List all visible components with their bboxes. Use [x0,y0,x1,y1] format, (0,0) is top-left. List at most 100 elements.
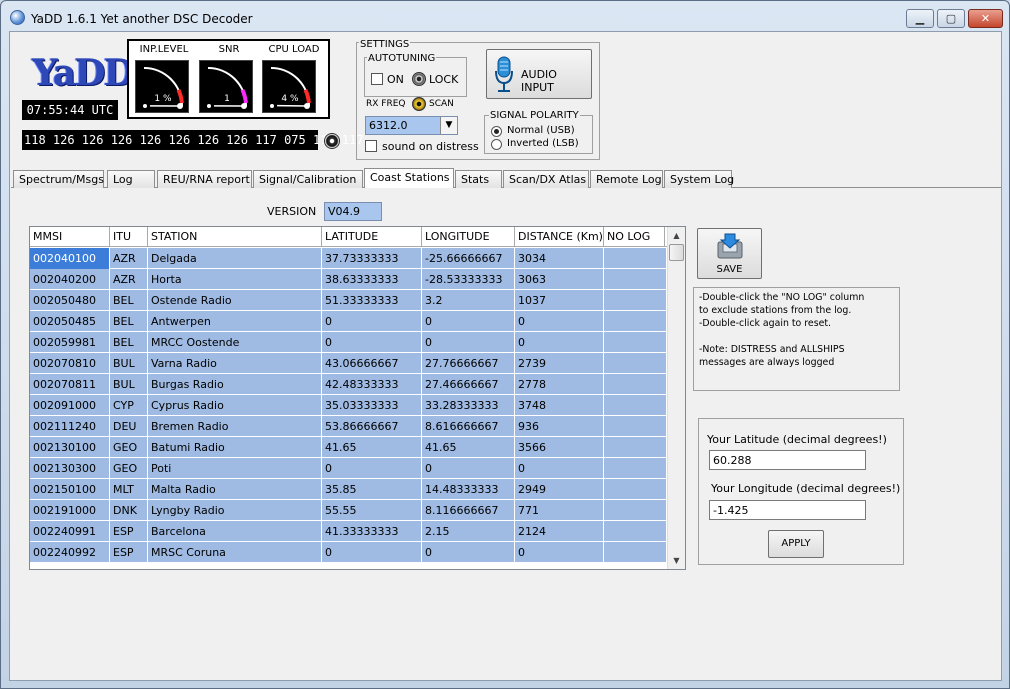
cell-itu[interactable]: DNK [110,500,148,521]
cell-no-log[interactable] [604,353,667,374]
latitude-input[interactable]: 60.288 [709,450,866,470]
table-row[interactable]: 002040200 AZR Horta 38.63333333 -28.53333333… [30,269,667,290]
column-header-itu[interactable]: ITU [110,227,148,247]
chevron-down-icon[interactable]: ▼ [440,117,457,134]
cell-mmsi[interactable]: 002040200 [30,269,110,290]
cell-longitude[interactable]: 14.48333333 [422,479,515,500]
cell-itu[interactable]: MLT [110,479,148,500]
close-button[interactable]: ✕ [968,9,1003,28]
cell-longitude[interactable]: 3.2 [422,290,515,311]
cell-no-log[interactable] [604,521,667,542]
cell-itu[interactable]: ESP [110,542,148,563]
tab-log[interactable]: Log [107,170,155,188]
tab-system-log[interactable]: System Log [664,170,734,188]
lock-knob-icon[interactable] [412,72,426,86]
cell-latitude[interactable]: 41.65 [322,437,422,458]
tab-remote-log[interactable]: Remote Log [590,170,663,188]
polarity-normal-radio[interactable] [491,126,502,137]
cell-itu[interactable]: AZR [110,269,148,290]
table-row[interactable]: 002130300 GEO Poti 0 0 0 [30,458,667,479]
table-row[interactable]: 002050485 BEL Antwerpen 0 0 0 [30,311,667,332]
cell-itu[interactable]: BEL [110,290,148,311]
cell-itu[interactable]: AZR [110,248,148,269]
tab-spectrum-msgs[interactable]: Spectrum/Msgs [13,170,104,188]
rx-freq-select[interactable]: 6312.0 ▼ [365,116,458,135]
cell-no-log[interactable] [604,290,667,311]
tab-scan-dx-atlas[interactable]: Scan/DX Atlas [503,170,589,188]
version-field[interactable]: V04.9 [324,202,382,221]
column-header-mmsi[interactable]: MMSI [30,227,110,247]
cell-distance[interactable]: 0 [515,311,604,332]
cell-station[interactable]: MRCC Oostende [148,332,322,353]
cell-no-log[interactable] [604,395,667,416]
cell-distance[interactable]: 2124 [515,521,604,542]
minimize-button[interactable]: ▁ [906,9,934,28]
cell-mmsi[interactable]: 002091000 [30,395,110,416]
scroll-up-icon[interactable]: ▲ [668,227,685,244]
column-header-distance[interactable]: DISTANCE (Km) [515,227,604,247]
cell-latitude[interactable]: 41.33333333 [322,521,422,542]
apply-button[interactable]: APPLY [768,530,824,558]
cell-longitude[interactable]: 27.46666667 [422,374,515,395]
cell-latitude[interactable]: 38.63333333 [322,269,422,290]
cell-itu[interactable]: BEL [110,311,148,332]
cell-latitude[interactable]: 37.73333333 [322,248,422,269]
cell-latitude[interactable]: 0 [322,332,422,353]
longitude-input[interactable]: -1.425 [709,500,866,520]
cell-itu[interactable]: GEO [110,458,148,479]
cell-latitude[interactable]: 35.03333333 [322,395,422,416]
cell-mmsi[interactable]: 002040100 [30,248,110,269]
table-row[interactable]: 002111240 DEU Bremen Radio 53.86666667 8.616… [30,416,667,437]
cell-distance[interactable]: 3034 [515,248,604,269]
cell-mmsi[interactable]: 002111240 [30,416,110,437]
cell-station[interactable]: Poti [148,458,322,479]
cell-longitude[interactable]: -25.66666667 [422,248,515,269]
cell-mmsi[interactable]: 002070810 [30,353,110,374]
cell-longitude[interactable]: 8.616666667 [422,416,515,437]
cell-distance[interactable]: 0 [515,458,604,479]
cell-distance[interactable]: 3748 [515,395,604,416]
table-row[interactable]: 002070811 BUL Burgas Radio 42.48333333 27.46… [30,374,667,395]
table-row[interactable]: 002150100 MLT Malta Radio 35.85 14.48333333 2… [30,479,667,500]
cell-itu[interactable]: BUL [110,353,148,374]
cell-station[interactable]: Cyprus Radio [148,395,322,416]
cell-station[interactable]: Delgada [148,248,322,269]
cell-station[interactable]: Bremen Radio [148,416,322,437]
cell-station[interactable]: Burgas Radio [148,374,322,395]
cell-mmsi[interactable]: 002050480 [30,290,110,311]
table-row[interactable]: 002191000 DNK Lyngby Radio 55.55 8.116666667… [30,500,667,521]
cell-latitude[interactable]: 53.86666667 [322,416,422,437]
cell-no-log[interactable] [604,542,667,563]
scrollbar-thumb[interactable] [669,244,684,261]
cell-station[interactable]: Ostende Radio [148,290,322,311]
cell-distance[interactable]: 936 [515,416,604,437]
cell-longitude[interactable]: 0 [422,542,515,563]
cell-station[interactable]: Barcelona [148,521,322,542]
table-row[interactable]: 002240992 ESP MRSC Coruna 0 0 0 [30,542,667,563]
tab-signal-calibration[interactable]: Signal/Calibration [253,170,363,188]
cell-distance[interactable]: 2739 [515,353,604,374]
column-header-latitude[interactable]: LATITUDE [322,227,422,247]
cell-itu[interactable]: GEO [110,437,148,458]
cell-station[interactable]: Horta [148,269,322,290]
cell-no-log[interactable] [604,458,667,479]
scroll-down-icon[interactable]: ▼ [668,552,685,569]
cell-itu[interactable]: BEL [110,332,148,353]
cell-longitude[interactable]: 27.76666667 [422,353,515,374]
table-row[interactable]: 002130100 GEO Batumi Radio 41.65 41.65 3566 [30,437,667,458]
cell-station[interactable]: Varna Radio [148,353,322,374]
cell-latitude[interactable]: 43.06666667 [322,353,422,374]
tab-coast-stations[interactable]: Coast Stations [364,168,454,189]
cell-longitude[interactable]: 41.65 [422,437,515,458]
knob-icon[interactable] [324,133,340,149]
cell-no-log[interactable] [604,437,667,458]
grid-vertical-scrollbar[interactable]: ▲ ▼ [667,227,685,569]
tab-reu-rna-report[interactable]: REU/RNA report [157,170,252,188]
tab-stats[interactable]: Stats [455,170,502,188]
cell-distance[interactable]: 0 [515,542,604,563]
cell-station[interactable]: Batumi Radio [148,437,322,458]
cell-itu[interactable]: BUL [110,374,148,395]
cell-no-log[interactable] [604,332,667,353]
cell-longitude[interactable]: -28.53333333 [422,269,515,290]
column-header-longitude[interactable]: LONGITUDE [422,227,515,247]
